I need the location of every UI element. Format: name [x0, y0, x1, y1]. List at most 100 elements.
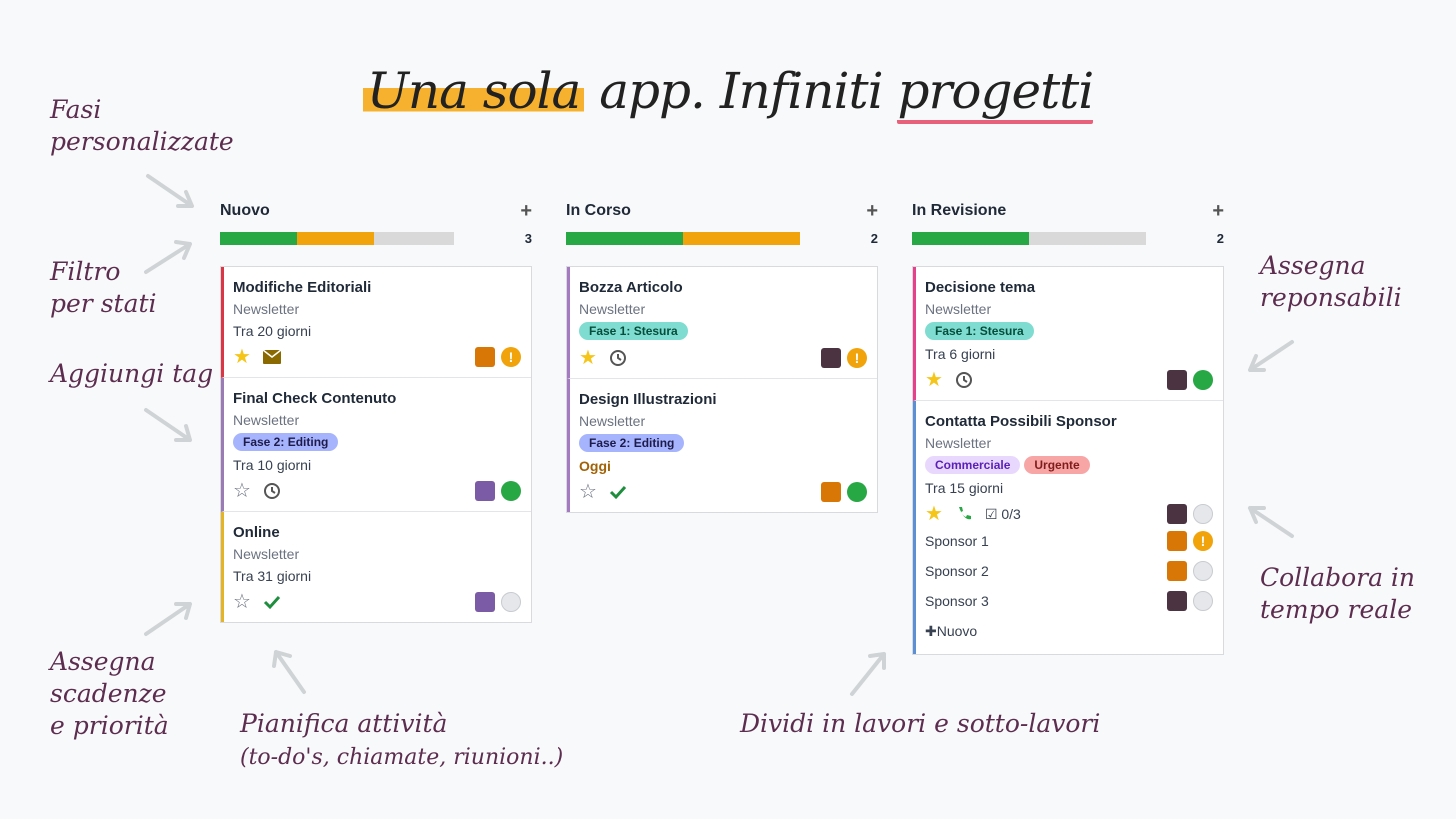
- column-title: Nuovo: [220, 202, 270, 219]
- card-footer: ☆: [233, 479, 521, 503]
- subtask-avatar[interactable]: [1167, 561, 1187, 581]
- task-title[interactable]: Decisione tema: [925, 279, 1213, 296]
- column-count: 2: [870, 230, 878, 246]
- clock-icon[interactable]: [955, 371, 973, 389]
- status-dot[interactable]: [1193, 504, 1213, 524]
- priority-star-icon[interactable]: ★: [233, 347, 251, 367]
- card-footer: ☆: [579, 480, 867, 504]
- subtask-row[interactable]: Sponsor 1!: [925, 526, 1213, 556]
- assignee-avatar[interactable]: [475, 481, 495, 501]
- assignee-avatar[interactable]: [1167, 504, 1187, 524]
- task-tag[interactable]: Fase 2: Editing: [233, 433, 339, 451]
- subtask-status-dot[interactable]: !: [1193, 531, 1213, 551]
- task-title[interactable]: Bozza Articolo: [579, 279, 867, 296]
- arrow-collabora-icon: [1248, 506, 1294, 538]
- task-title[interactable]: Final Check Contenuto: [233, 390, 521, 407]
- kanban-column: In Corso + 2 Bozza Articolo Newsletter Fase 1…: [566, 198, 878, 513]
- task-deadline: Tra 15 giorni: [925, 480, 1004, 496]
- task-tags: Fase 2: Editing: [579, 434, 867, 452]
- priority-star-icon[interactable]: ☆: [233, 592, 251, 612]
- subtask-status-dot[interactable]: [1193, 591, 1213, 611]
- column-header: In Corso +: [566, 198, 878, 224]
- task-title[interactable]: Design Illustrazioni: [579, 391, 867, 408]
- card-footer: ★ ☑ 0/3: [925, 502, 1213, 526]
- card-assignees: [475, 592, 521, 612]
- status-dot[interactable]: [501, 481, 521, 501]
- assignee-avatar[interactable]: [821, 482, 841, 502]
- assignee-avatar[interactable]: [821, 348, 841, 368]
- status-dot[interactable]: [501, 592, 521, 612]
- assignee-avatar[interactable]: [475, 347, 495, 367]
- clock-icon[interactable]: [609, 349, 627, 367]
- task-tag[interactable]: Commerciale: [925, 456, 1021, 474]
- column-progress-row: 2: [566, 230, 878, 246]
- card-actions: ★: [233, 347, 281, 367]
- task-card[interactable]: Modifiche Editoriali Newsletter Tra 20 gio…: [221, 267, 531, 378]
- subtask-avatar[interactable]: [1167, 591, 1187, 611]
- task-tag[interactable]: Urgente: [1024, 456, 1090, 474]
- card-list: Modifiche Editoriali Newsletter Tra 20 gio…: [220, 266, 532, 623]
- bar-segment-green[interactable]: [912, 231, 1029, 245]
- card-assignees: !: [475, 347, 521, 367]
- task-card[interactable]: Design Illustrazioni Newsletter Fase 2: Ed…: [567, 379, 877, 512]
- card-footer: ★: [925, 368, 1213, 392]
- task-deadline: Tra 10 giorni: [233, 457, 312, 473]
- add-card-plus-icon[interactable]: +: [1212, 200, 1224, 223]
- task-project: Newsletter: [579, 413, 646, 429]
- add-card-plus-icon[interactable]: +: [866, 200, 878, 223]
- clock-icon[interactable]: [263, 482, 281, 500]
- subtask-label: Sponsor 3: [925, 593, 989, 609]
- priority-star-icon[interactable]: ★: [925, 370, 943, 390]
- card-list: Bozza Articolo Newsletter Fase 1: Stesura ★…: [566, 266, 878, 513]
- card-actions: ☆: [579, 482, 627, 502]
- card-actions: ★ ☑ 0/3: [925, 504, 1021, 524]
- task-project: Newsletter: [233, 301, 300, 317]
- status-filter-bar[interactable]: [220, 231, 454, 245]
- task-tag[interactable]: Fase 1: Stesura: [925, 322, 1034, 340]
- phone-icon[interactable]: [955, 505, 973, 523]
- envelope-icon[interactable]: [262, 350, 281, 364]
- arrow-dividi-icon: [850, 652, 886, 696]
- task-card[interactable]: Online Newsletter Tra 31 giorni ☆: [221, 512, 531, 622]
- subtask-row[interactable]: Sponsor 2: [925, 556, 1213, 586]
- subtask-status-dot[interactable]: [1193, 561, 1213, 581]
- assignee-avatar[interactable]: [1167, 370, 1187, 390]
- task-tag[interactable]: Fase 1: Stesura: [579, 322, 688, 340]
- task-deadline: Tra 31 giorni: [233, 568, 312, 584]
- priority-star-icon[interactable]: ★: [925, 504, 943, 524]
- card-assignees: [1167, 370, 1213, 390]
- bar-segment-orange[interactable]: [683, 231, 800, 245]
- status-filter-bar[interactable]: [912, 231, 1146, 245]
- check-icon[interactable]: [609, 484, 627, 500]
- subtask-avatar[interactable]: [1167, 531, 1187, 551]
- checklist-counter[interactable]: ☑ 0/3: [985, 506, 1021, 523]
- task-project: Newsletter: [925, 435, 992, 451]
- priority-star-icon[interactable]: ☆: [233, 481, 251, 501]
- task-tags: Commerciale Urgente: [925, 456, 1213, 474]
- card-footer: ★!: [579, 346, 867, 370]
- status-dot[interactable]: !: [847, 348, 867, 368]
- priority-star-icon[interactable]: ☆: [579, 482, 597, 502]
- assignee-avatar[interactable]: [475, 592, 495, 612]
- task-card[interactable]: Final Check Contenuto Newsletter Fase 2: E…: [221, 378, 531, 512]
- bar-segment-green[interactable]: [566, 231, 683, 245]
- task-card[interactable]: Decisione tema Newsletter Fase 1: Stesura T…: [913, 267, 1223, 401]
- add-card-plus-icon[interactable]: +: [520, 200, 532, 223]
- add-subtask-button[interactable]: ✚ Nuovo: [925, 616, 1213, 646]
- task-card[interactable]: Contatta Possibili Sponsor Newsletter Comm…: [913, 401, 1223, 654]
- check-icon[interactable]: [263, 594, 281, 610]
- status-dot[interactable]: [1193, 370, 1213, 390]
- subtask-row[interactable]: Sponsor 3: [925, 586, 1213, 616]
- task-tag[interactable]: Fase 2: Editing: [579, 434, 685, 452]
- card-assignees: !: [821, 348, 867, 368]
- task-title[interactable]: Contatta Possibili Sponsor: [925, 413, 1213, 430]
- task-card[interactable]: Bozza Articolo Newsletter Fase 1: Stesura ★…: [567, 267, 877, 379]
- status-dot[interactable]: [847, 482, 867, 502]
- status-filter-bar[interactable]: [566, 231, 800, 245]
- task-title[interactable]: Modifiche Editoriali: [233, 279, 521, 296]
- task-title[interactable]: Online: [233, 524, 521, 541]
- bar-segment-orange[interactable]: [297, 231, 375, 245]
- priority-star-icon[interactable]: ★: [579, 348, 597, 368]
- bar-segment-green[interactable]: [220, 231, 298, 245]
- status-dot[interactable]: !: [501, 347, 521, 367]
